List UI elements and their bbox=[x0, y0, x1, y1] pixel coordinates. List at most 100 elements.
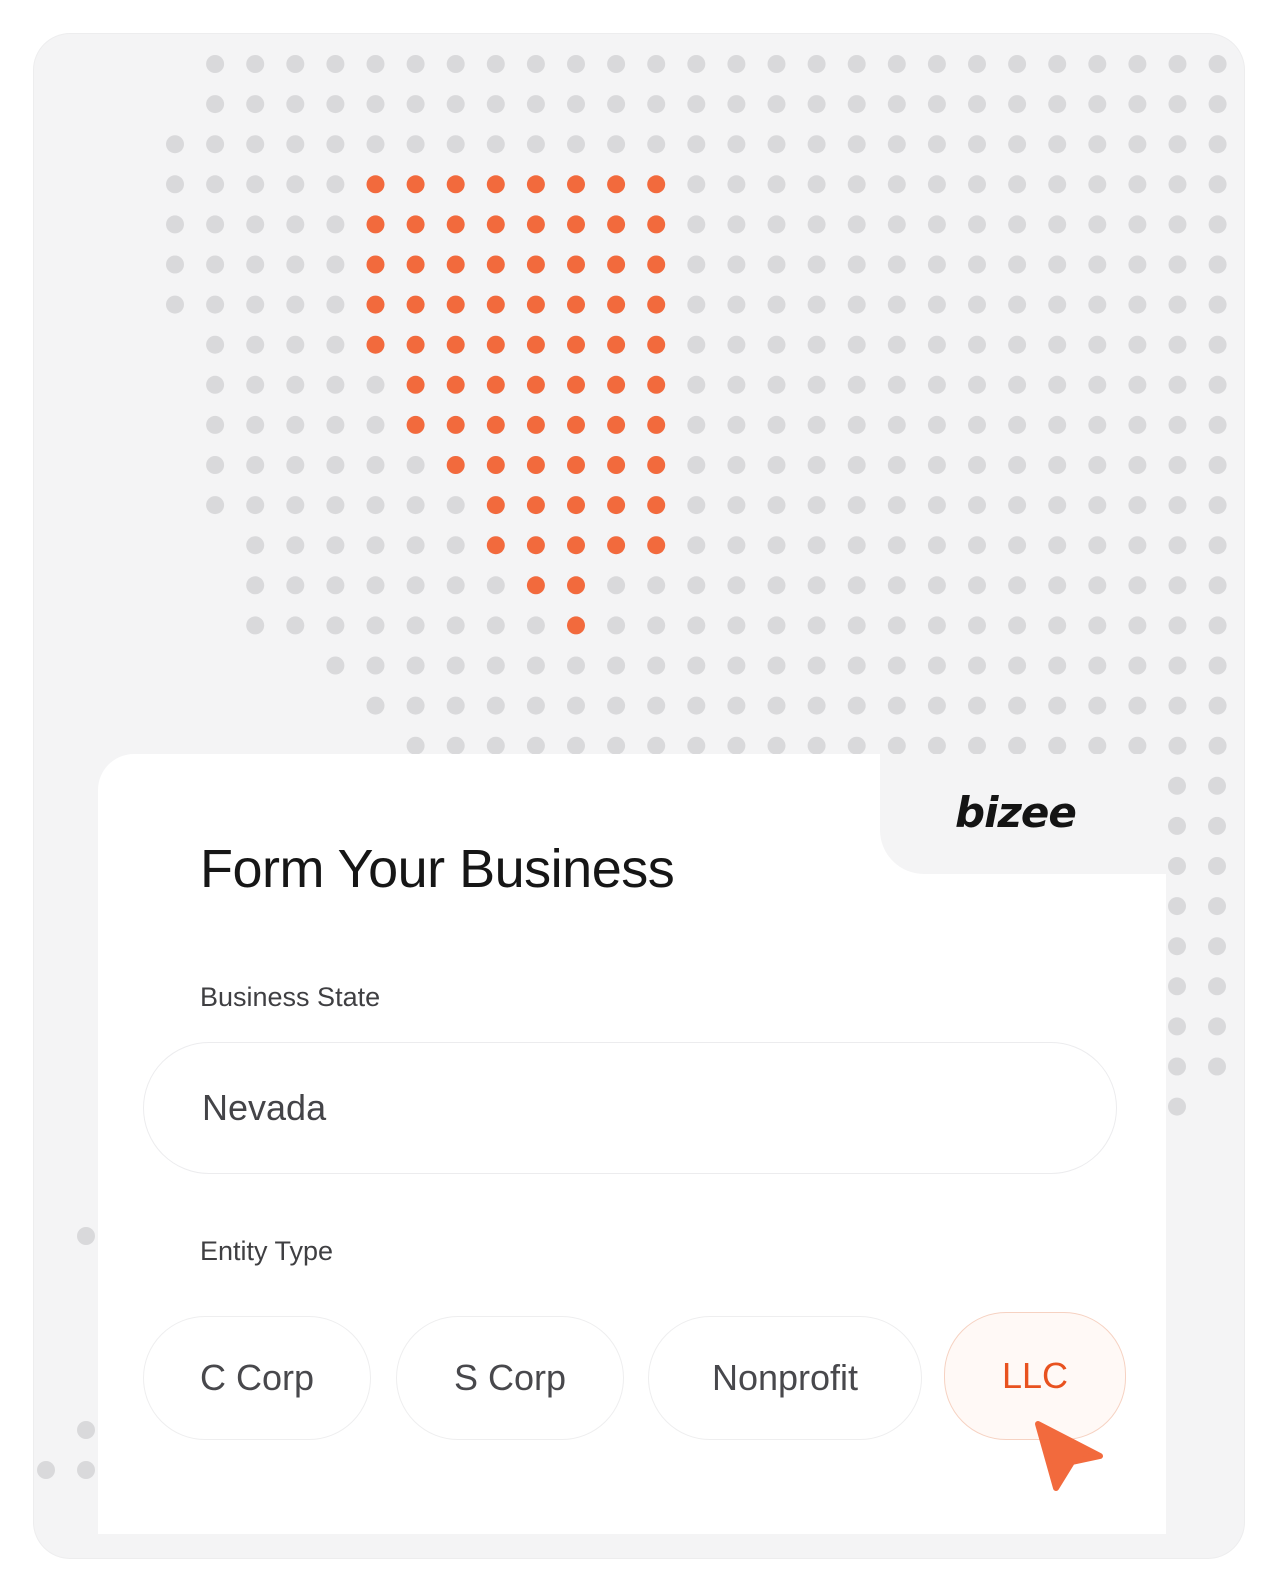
map-dot bbox=[887, 295, 906, 314]
map-dot bbox=[1008, 616, 1027, 635]
map-dot bbox=[206, 295, 225, 314]
entity-option-s-corp[interactable]: S Corp bbox=[396, 1316, 624, 1440]
map-dot bbox=[927, 696, 946, 715]
map-dot-highlighted bbox=[567, 536, 585, 555]
map-dot bbox=[968, 415, 986, 434]
map-dot bbox=[1048, 696, 1067, 715]
map-dot bbox=[927, 496, 946, 515]
map-dot bbox=[326, 335, 345, 354]
map-dot-highlighted bbox=[526, 255, 545, 274]
map-dot bbox=[1088, 736, 1107, 755]
map-dot bbox=[1208, 696, 1227, 715]
entity-option-c-corp[interactable]: C Corp bbox=[143, 1316, 371, 1440]
map-dot bbox=[246, 496, 265, 515]
map-dot-highlighted bbox=[486, 255, 505, 274]
map-dot bbox=[1128, 255, 1147, 274]
map-dot bbox=[406, 576, 425, 595]
map-dot-highlighted bbox=[526, 375, 545, 394]
map-dot bbox=[927, 135, 946, 154]
map-dot bbox=[1128, 536, 1147, 555]
map-dot bbox=[727, 616, 746, 635]
map-dot bbox=[366, 536, 385, 555]
map-dot bbox=[1128, 736, 1147, 755]
map-dot-highlighted bbox=[567, 215, 585, 234]
map-dot bbox=[647, 656, 666, 675]
business-state-value: Nevada bbox=[202, 1087, 327, 1128]
map-dot bbox=[1128, 415, 1147, 434]
map-dot bbox=[927, 415, 946, 434]
map-dot bbox=[727, 175, 746, 194]
map-dot bbox=[206, 335, 225, 354]
map-dot bbox=[166, 135, 184, 154]
map-dot bbox=[727, 295, 746, 314]
map-dot bbox=[446, 576, 465, 595]
map-dot bbox=[968, 656, 986, 675]
entity-option-nonprofit[interactable]: Nonprofit bbox=[648, 1316, 922, 1440]
map-dot bbox=[246, 616, 265, 635]
map-dot bbox=[847, 415, 866, 434]
map-dot bbox=[767, 335, 786, 354]
map-dot bbox=[526, 616, 545, 635]
map-dot bbox=[647, 55, 666, 73]
map-dot bbox=[286, 55, 305, 73]
map-dot-highlighted bbox=[647, 175, 666, 194]
map-dot bbox=[326, 496, 345, 515]
map-dot bbox=[1128, 215, 1147, 234]
map-dot bbox=[366, 375, 385, 394]
map-dot bbox=[1168, 696, 1187, 715]
map-dot bbox=[567, 696, 585, 715]
map-dot bbox=[927, 255, 946, 274]
map-dot-highlighted bbox=[647, 375, 666, 394]
map-dot bbox=[847, 255, 866, 274]
map-dot bbox=[687, 295, 706, 314]
map-dot bbox=[968, 536, 986, 555]
map-dot bbox=[1048, 55, 1067, 73]
map-dot bbox=[927, 536, 946, 555]
map-dot bbox=[1168, 576, 1187, 595]
map-dot bbox=[526, 696, 545, 715]
map-dot bbox=[807, 255, 826, 274]
map-dot-highlighted bbox=[486, 496, 505, 515]
map-dot bbox=[166, 295, 184, 314]
business-state-select[interactable]: Nevada bbox=[143, 1042, 1117, 1174]
map-dot bbox=[286, 175, 305, 194]
map-dot-highlighted bbox=[526, 496, 545, 515]
map-dot-highlighted bbox=[567, 456, 585, 474]
map-dot bbox=[927, 576, 946, 595]
map-dot bbox=[1168, 135, 1187, 154]
map-dot bbox=[968, 135, 986, 154]
map-dot bbox=[807, 55, 826, 73]
map-dot bbox=[968, 335, 986, 354]
map-dot bbox=[1208, 536, 1227, 555]
map-dot bbox=[286, 576, 305, 595]
map-dot bbox=[887, 375, 906, 394]
map-dot bbox=[486, 576, 505, 595]
map-dot-highlighted bbox=[607, 175, 626, 194]
map-dot bbox=[326, 576, 345, 595]
map-dot bbox=[887, 656, 906, 675]
map-dot-highlighted bbox=[526, 576, 545, 595]
map-dot bbox=[1088, 255, 1107, 274]
map-dot bbox=[1008, 456, 1027, 474]
map-dot bbox=[647, 696, 666, 715]
map-dot bbox=[286, 496, 305, 515]
map-dot bbox=[968, 736, 986, 755]
map-dot bbox=[246, 375, 265, 394]
map-dot bbox=[807, 335, 826, 354]
map-dot-highlighted bbox=[406, 375, 425, 394]
map-dot bbox=[887, 496, 906, 515]
map-dot bbox=[286, 335, 305, 354]
map-dot bbox=[1088, 95, 1107, 114]
map-dot bbox=[406, 55, 425, 73]
map-dot bbox=[1088, 496, 1107, 515]
map-dot bbox=[366, 696, 385, 715]
map-dot bbox=[246, 536, 265, 555]
map-dot bbox=[927, 95, 946, 114]
map-dot bbox=[807, 616, 826, 635]
map-dot bbox=[887, 175, 906, 194]
map-dot bbox=[1168, 95, 1187, 114]
map-dot bbox=[927, 335, 946, 354]
map-dot-highlighted bbox=[486, 536, 505, 555]
map-dot bbox=[1208, 736, 1227, 755]
map-dot bbox=[1128, 175, 1147, 194]
